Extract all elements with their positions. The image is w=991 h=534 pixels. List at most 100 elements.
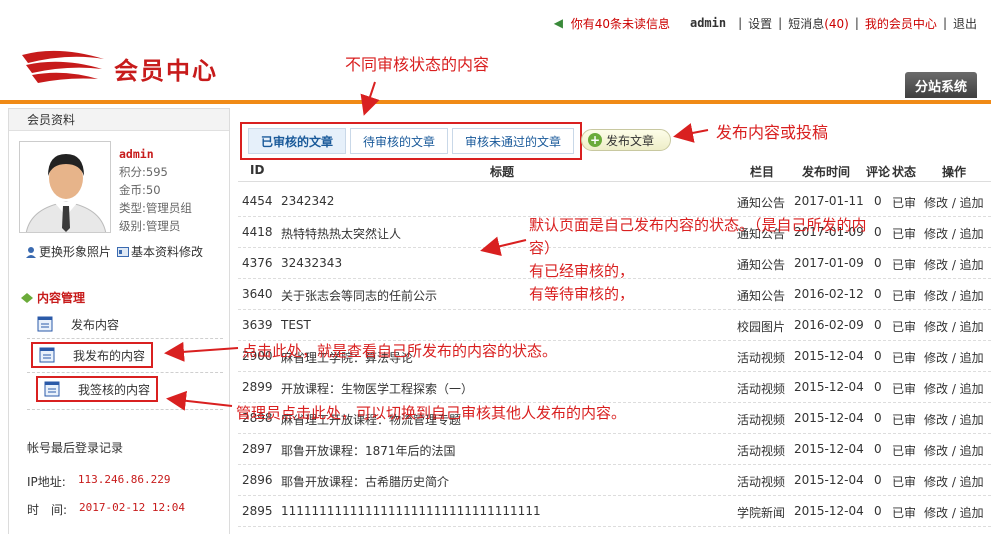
cell-column: 校园图片 [737,320,786,334]
article-title-link[interactable]: 耶鲁开放课程：1871年后的法国 [281,442,456,459]
last-login-time: 时 间: 2017-02-12 12:04 [27,501,186,517]
username: admin [689,16,727,30]
tab-pending[interactable]: 待审核的文章 [350,128,449,154]
annotation-publish: 发布内容或投稿 [716,123,829,142]
cell-comments: 0 [874,380,882,394]
status-tabs: 已审核的文章 待审核的文章 审核未通过的文章 [240,122,583,160]
profile-type: 类型:管理员组 [119,201,192,215]
plus-icon: + [588,133,602,147]
article-title-link[interactable]: 关于张志会等同志的任前公示 [281,287,437,304]
logo[interactable]: 会员中心 [18,38,250,98]
row-actions[interactable]: 修改 / 追加 [924,442,984,459]
annotation-tabs: 不同审核状态的内容 [345,55,490,74]
row-actions[interactable]: 修改 / 追加 [924,380,984,397]
content-management-heading: 内容管理 [21,289,85,306]
cell-comments: 0 [874,318,882,332]
unread-messages-link[interactable]: ◀ 你有40条未读信息 [554,15,670,32]
cell-comments: 0 [874,349,882,363]
diamond-icon [21,292,33,303]
id-card-icon [117,246,130,257]
tab-rejected[interactable]: 审核未通过的文章 [452,128,575,154]
logo-swoosh-icon [22,50,104,83]
change-photo-link[interactable]: 更换形象照片 [39,243,111,260]
edit-profile-link[interactable]: 基本资料修改 [131,243,203,260]
article-title-link[interactable]: 2342342 [281,194,334,208]
sidebar-item-my-posts[interactable]: 我发布的内容 [31,342,154,368]
sidebar-item-publish[interactable]: 发布内容 [37,311,119,337]
cell-status: 已审 [892,196,917,210]
cell-status: 已审 [892,320,917,334]
cell-id: 2899 [242,380,273,394]
row-actions[interactable]: 修改 / 追加 [924,318,984,335]
profile-gold: 金币:50 [119,183,161,197]
my-member-center-link[interactable]: 我的会员中心 [865,15,937,32]
article-title-link[interactable]: 32432343 [281,256,342,270]
cell-id: 4418 [242,225,273,239]
arrow-to-publish [673,123,709,143]
cell-status: 已审 [892,413,917,427]
cell-comments: 0 [874,504,882,518]
cell-id: 2897 [242,442,273,456]
cell-column: 活动视频 [737,444,786,458]
cell-column: 活动视频 [737,475,786,489]
sidebar-item-label: 我发布的内容 [73,348,146,363]
sidebar-item-label: 发布内容 [71,317,120,332]
speaker-icon: ◀ [553,16,563,30]
sidebar-item-reviewed[interactable]: 我签核的内容 [36,376,159,402]
cell-time: 2016-02-09 [794,318,864,332]
last-login-ip: IP地址: 113.246.86.229 [27,473,171,489]
article-title-link[interactable]: 1111111111111111111111111111111111 [281,504,541,518]
logout-link[interactable]: 退出 [953,15,977,32]
cell-id: 2896 [242,473,273,487]
article-title-link[interactable]: 耶鲁开放课程：古希腊历史简介 [281,473,449,490]
cell-id: 4454 [242,194,273,208]
settings-link[interactable]: 设置 [748,15,772,32]
article-title-link[interactable]: 热特特热热太突然让人 [281,225,401,242]
header: 会员中心 [0,32,991,102]
cell-time: 2015-12-04 [794,504,864,518]
cell-comments: 0 [874,442,882,456]
document-icon [39,347,55,363]
table-row: 2897 耶鲁开放课程：1871年后的法国 活动视频 2015-12-04 0 已审 修改 … [238,434,991,465]
annotation-default: 默认页面是自己发布内容的状态。（是自己所发的内 容） 有已经审核的， 有等待审核… [529,216,867,303]
cell-comments: 0 [874,473,882,487]
cell-column: 活动视频 [737,351,786,365]
annotation-my-posts: 点击此处，就是查看自己所发布的内容的状态。 [242,342,558,360]
publish-article-button[interactable]: + 发布文章 [581,129,671,151]
article-title-link[interactable]: 开放课程：生物医学工程探索（一） [281,380,473,397]
subsite-system-button[interactable]: 分站系统 [905,72,977,98]
cell-status: 已审 [892,351,917,365]
cell-status: 已审 [892,382,917,396]
cell-id: 2895 [242,504,273,518]
cell-time: 2015-12-04 [794,473,864,487]
row-actions[interactable]: 修改 / 追加 [924,194,984,211]
cell-status: 已审 [892,475,917,489]
row-actions[interactable]: 修改 / 追加 [924,349,984,366]
header-divider [0,100,991,104]
cell-comments: 0 [874,411,882,425]
table-row: 2896 耶鲁开放课程：古希腊历史简介 活动视频 2015-12-04 0 已审 修改 / … [238,465,991,496]
cell-column: 通知公告 [737,196,786,210]
profile-info: admin 积分:595 金币:50 类型:管理员组 级别:管理员 [119,145,192,235]
cell-time: 2017-01-11 [794,194,864,208]
page-title: 会员中心 [114,56,218,85]
row-actions[interactable]: 修改 / 追加 [924,504,984,521]
tab-approved[interactable]: 已审核的文章 [248,128,347,154]
sidebar-title: 会员资料 [9,109,229,131]
document-icon [44,381,60,397]
row-actions[interactable]: 修改 / 追加 [924,411,984,428]
row-actions[interactable]: 修改 / 追加 [924,473,984,490]
cell-status: 已审 [892,506,917,520]
avatar [19,141,111,233]
last-login-heading: 帐号最后登录记录 [27,441,124,455]
cell-time: 2015-12-04 [794,411,864,425]
cell-column: 学院新闻 [737,506,786,520]
profile-name: admin [119,147,154,161]
table-row: 2899 开放课程：生物医学工程探索（一） 活动视频 2015-12-04 0 已审 修改 … [238,372,991,403]
article-title-link[interactable]: TEST [281,318,311,332]
cell-column: 活动视频 [737,413,786,427]
sms-link[interactable]: 短消息(40) [788,15,849,32]
table-row: 3639 TEST 校园图片 2016-02-09 0 已审 修改 / 追加 [238,310,991,341]
cell-id: 3639 [242,318,273,332]
document-icon [37,316,53,332]
